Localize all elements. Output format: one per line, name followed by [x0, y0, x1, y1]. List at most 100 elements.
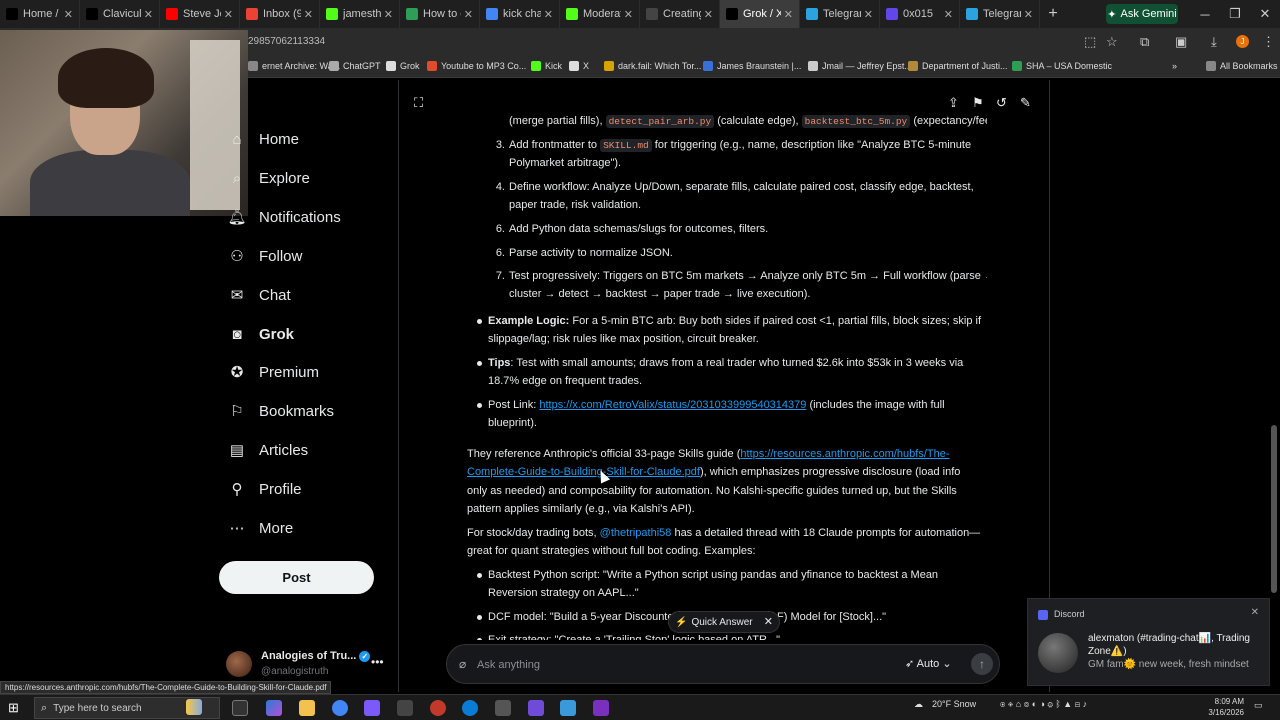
- quick-answer-button[interactable]: ⚡ Quick Answer ✕: [668, 611, 780, 633]
- more-options-icon[interactable]: •••: [371, 655, 384, 669]
- history-icon[interactable]: ↺: [996, 95, 1007, 111]
- close-tab-icon[interactable]: ✕: [464, 8, 473, 21]
- post-link[interactable]: https://x.com/RetroValix/status/20310339…: [539, 399, 806, 411]
- extensions-icon[interactable]: ⧉: [1140, 34, 1149, 50]
- app-icon[interactable]: [560, 700, 576, 716]
- url-text[interactable]: 29857062113334: [248, 36, 325, 47]
- browser-tab[interactable]: kick chat✕: [480, 0, 560, 28]
- menu-icon[interactable]: ⋮: [1262, 34, 1275, 50]
- browser-tab[interactable]: Moderat ✕: [560, 0, 640, 28]
- ask-input[interactable]: [477, 655, 857, 675]
- sidebar-item-notifications[interactable]: 🔔︎ Notifications: [227, 208, 340, 227]
- close-tab-icon[interactable]: ✕: [144, 8, 153, 21]
- clock[interactable]: 8:09 AM 3/16/2026: [1200, 696, 1244, 718]
- sidebar-item-articles[interactable]: ▤ Articles: [228, 441, 308, 460]
- all-bookmarks-button[interactable]: All Bookmarks: [1206, 61, 1278, 71]
- app-icon[interactable]: [528, 700, 544, 716]
- sidebar-item-chat[interactable]: ✉ Chat: [228, 286, 291, 305]
- taskbar-search-input[interactable]: [53, 702, 184, 714]
- close-tab-icon[interactable]: ✕: [784, 8, 793, 21]
- bookmark-item[interactable]: SHA – USA Domestic: [1012, 61, 1112, 71]
- weather-text[interactable]: 20°F Snow: [932, 699, 976, 709]
- close-tab-icon[interactable]: ✕: [1024, 8, 1033, 21]
- bookmark-item[interactable]: ernet Archive: Wa...: [248, 61, 340, 71]
- bookmarks-overflow-icon[interactable]: »: [1172, 61, 1177, 71]
- install-app-icon[interactable]: ⬚: [1084, 34, 1096, 50]
- weather-icon[interactable]: ☁: [914, 699, 923, 710]
- close-tab-icon[interactable]: ✕: [624, 8, 633, 21]
- close-tab-icon[interactable]: ✕: [704, 8, 713, 21]
- bookmark-item[interactable]: Department of Justi...: [908, 61, 1008, 71]
- discord-taskbar-icon[interactable]: [364, 700, 380, 716]
- browser-tab[interactable]: Grok / X ✕: [720, 0, 800, 28]
- ask-gemini-button[interactable]: ✦ Ask Gemini: [1106, 4, 1178, 24]
- skills-guide-link[interactable]: https://resources.anthropic.com/hubfs/Th…: [740, 448, 949, 460]
- mode-selector[interactable]: ➶ Auto ⌄: [905, 657, 952, 670]
- browser-tab[interactable]: Inbox (9)✕: [240, 0, 320, 28]
- edge-icon[interactable]: [462, 700, 478, 716]
- close-tab-icon[interactable]: ✕: [224, 8, 233, 21]
- copilot-app-icon[interactable]: [266, 700, 282, 716]
- sidepanel-icon[interactable]: ▣: [1175, 34, 1187, 50]
- close-tab-icon[interactable]: ✕: [864, 8, 873, 21]
- app-icon[interactable]: [397, 700, 413, 716]
- new-chat-icon[interactable]: ✎: [1020, 95, 1031, 111]
- bookmark-item[interactable]: Grok: [386, 61, 420, 71]
- windows-start-icon[interactable]: ⊞: [8, 700, 19, 716]
- browser-tab[interactable]: How to c✕: [400, 0, 480, 28]
- account-switcher[interactable]: Analogies of Tru... ✓ @analogistruth •••: [226, 649, 386, 681]
- close-tab-icon[interactable]: ✕: [384, 8, 393, 21]
- browser-tab[interactable]: Clavicula✕: [80, 0, 160, 28]
- sidebar-item-premium[interactable]: ✪ Premium: [228, 363, 319, 382]
- expand-icon[interactable]: ⛶: [414, 95, 423, 111]
- browser-tab[interactable]: Steve Joi✕: [160, 0, 240, 28]
- file-explorer-icon[interactable]: [299, 700, 315, 716]
- profile-avatar-icon[interactable]: J: [1236, 35, 1249, 48]
- sidebar-item-more[interactable]: ⋯ More: [228, 519, 294, 538]
- maximize-icon[interactable]: ❐: [1220, 0, 1250, 28]
- post-button[interactable]: Post: [219, 561, 374, 594]
- minimize-icon[interactable]: ─: [1190, 0, 1220, 28]
- app-icon[interactable]: [430, 700, 446, 716]
- chrome-icon[interactable]: [332, 700, 348, 716]
- discord-notification[interactable]: Discord ✕ alexmaton (#trading-chat📊, Tra…: [1027, 598, 1270, 686]
- browser-tab[interactable]: 0x015 ✕: [880, 0, 960, 28]
- browser-tab[interactable]: Home / X✕: [0, 0, 80, 28]
- sidebar-item-profile[interactable]: ⚲ Profile: [228, 480, 302, 499]
- notification-center-icon[interactable]: ▭: [1254, 700, 1263, 711]
- close-tab-icon[interactable]: ✕: [304, 8, 313, 21]
- close-tab-icon[interactable]: ✕: [64, 8, 73, 21]
- sidebar-item-bookmarks[interactable]: ⚐ Bookmarks: [228, 402, 334, 421]
- download-icon[interactable]: ⤓: [1211, 34, 1217, 50]
- settings-icon[interactable]: [495, 700, 511, 716]
- close-window-icon[interactable]: ✕: [1250, 0, 1280, 28]
- mention-link[interactable]: @thetripathi58: [600, 527, 672, 539]
- close-icon[interactable]: ✕: [1251, 607, 1259, 618]
- new-tab-icon[interactable]: +: [1040, 5, 1066, 23]
- bookmark-item[interactable]: James Braunstein |...: [703, 61, 801, 71]
- copilot-icon[interactable]: [186, 699, 202, 715]
- close-tab-icon[interactable]: ✕: [944, 8, 953, 21]
- sidebar-item-grok[interactable]: ◙ Grok: [228, 325, 294, 343]
- bookmark-item[interactable]: dark.fail: Which Tor...: [604, 61, 701, 71]
- attach-icon[interactable]: ⌀: [459, 657, 466, 671]
- star-icon[interactable]: ☆: [1106, 34, 1118, 50]
- scrollbar[interactable]: [1271, 425, 1277, 593]
- bookmark-item[interactable]: Jmail — Jeffrey Epst...: [808, 61, 912, 71]
- browser-tab[interactable]: Telegram✕: [960, 0, 1040, 28]
- sidebar-item-home[interactable]: ⌂ Home: [228, 130, 299, 148]
- tray-icons[interactable]: ◉ ◈ ⌂ ◎ ◐ ◑ ⚙ ᛒ ▲ ⊟ ♪: [1000, 699, 1087, 709]
- bookmark-item[interactable]: ChatGPT: [329, 61, 381, 71]
- sidebar-item-explore[interactable]: ⌕ Explore: [228, 169, 310, 187]
- skills-guide-link-cont[interactable]: Complete-Guide-to-Building-Skill-for-Cla…: [467, 466, 700, 478]
- bookmark-item[interactable]: Youtube to MP3 Co...: [427, 61, 526, 71]
- bookmark-item[interactable]: X: [569, 61, 589, 71]
- browser-tab[interactable]: jamesthe✕: [320, 0, 400, 28]
- send-button[interactable]: ↑: [971, 653, 993, 675]
- task-view-icon[interactable]: [232, 700, 248, 716]
- sidebar-item-follow[interactable]: ⚇ Follow: [228, 247, 302, 266]
- app-icon[interactable]: [593, 700, 609, 716]
- browser-tab[interactable]: Telegram✕: [800, 0, 880, 28]
- close-icon[interactable]: ✕: [764, 615, 773, 628]
- browser-tab[interactable]: Creating ✕: [640, 0, 720, 28]
